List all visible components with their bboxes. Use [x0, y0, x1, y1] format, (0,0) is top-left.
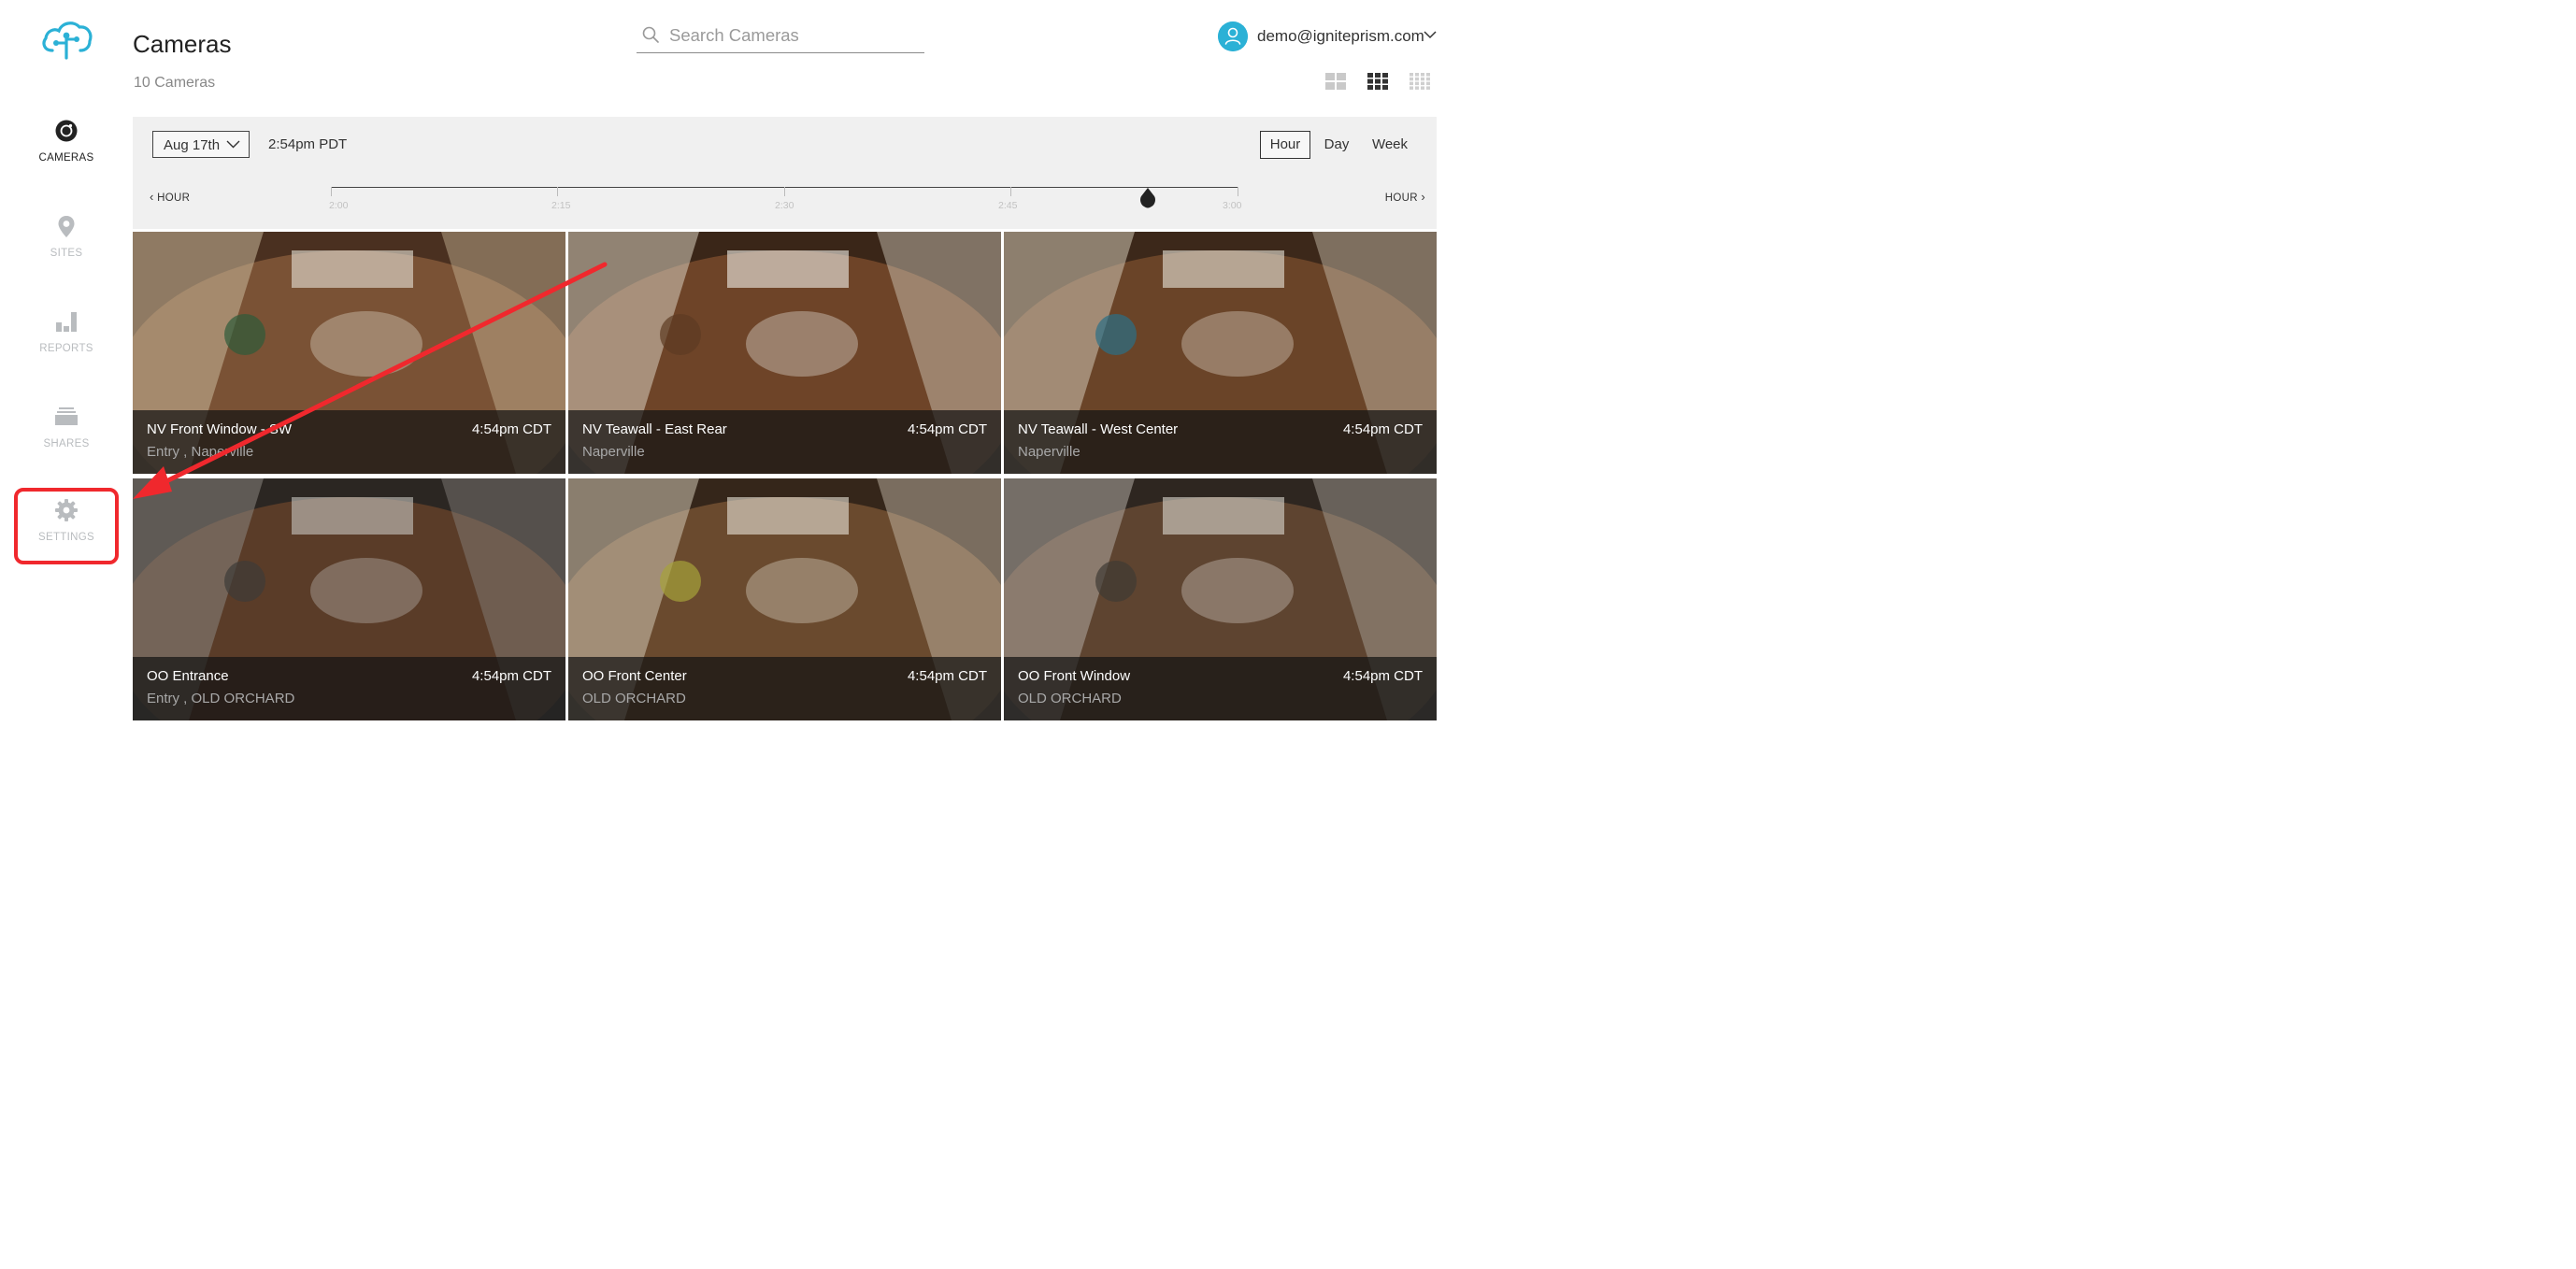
camera-name: OO Entrance	[147, 668, 229, 684]
timeline-tick-label: 2:15	[551, 200, 571, 211]
cloud-logo-icon[interactable]	[39, 17, 93, 60]
camera-location: Entry , OLD ORCHARD	[147, 691, 295, 706]
sidebar-item-label: SHARES	[43, 438, 90, 449]
chevron-down-icon	[226, 140, 240, 149]
camera-caption: OO Entrance 4:54pm CDT Entry , OLD ORCHARD	[133, 657, 565, 720]
camera-location: Naperville	[582, 444, 645, 460]
camera-tile[interactable]: OO Entrance 4:54pm CDT Entry , OLD ORCHARD	[133, 478, 565, 720]
timeline-current-time: 2:54pm PDT	[268, 136, 348, 152]
avatar	[1218, 21, 1248, 51]
previous-hour-button[interactable]: ‹ HOUR	[150, 190, 190, 204]
sidebar-item-reports[interactable]: REPORTS	[0, 309, 133, 354]
camera-caption: NV Teawall - West Center 4:54pm CDT Naperv…	[1004, 410, 1437, 474]
camera-time: 4:54pm CDT	[471, 668, 551, 684]
sidebar: CAMERAS SITES REPORTS SHARES SETTINGS	[0, 0, 133, 731]
timeline-tick-label: 2:45	[998, 200, 1018, 211]
camera-time: 4:54pm CDT	[471, 421, 551, 437]
grid-large-icon[interactable]	[1325, 73, 1346, 90]
grid-medium-icon[interactable]	[1367, 73, 1388, 90]
search-input[interactable]: Search Cameras	[637, 22, 924, 53]
grid-small-icon[interactable]	[1410, 73, 1430, 90]
camera-location: Entry , Naperville	[147, 444, 254, 460]
camera-name: OO Front Center	[582, 668, 687, 684]
date-select[interactable]: Aug 17th	[152, 131, 250, 158]
timeline-tick	[1010, 187, 1011, 196]
camera-tile[interactable]: OO Front Window 4:54pm CDT OLD ORCHARD	[1004, 478, 1437, 720]
bar-chart-icon	[56, 312, 77, 332]
camera-location: OLD ORCHARD	[582, 691, 686, 706]
settings-highlight-box	[14, 488, 119, 564]
stack-icon	[55, 407, 78, 425]
camera-location: Naperville	[1018, 444, 1080, 460]
timeline-tick-label: 2:30	[775, 200, 794, 211]
camera-tile[interactable]: NV Teawall - West Center 4:54pm CDT Naperv…	[1004, 232, 1437, 474]
sidebar-item-label: SITES	[50, 248, 83, 259]
range-button-week[interactable]: Week	[1365, 131, 1415, 159]
camera-name: OO Front Window	[1018, 668, 1131, 684]
previous-hour-label: HOUR	[157, 192, 191, 204]
grid-view-toggles	[1325, 73, 1430, 92]
camera-count: 10 Cameras	[134, 75, 216, 91]
search-icon	[642, 26, 659, 43]
timeline-tick-label: 3:00	[1223, 200, 1242, 211]
range-button-hour[interactable]: Hour	[1260, 131, 1310, 159]
next-hour-label: HOUR	[1384, 192, 1418, 204]
sidebar-item-sites[interactable]: SITES	[0, 214, 133, 259]
page-title: Cameras	[133, 30, 232, 58]
sidebar-item-shares[interactable]: SHARES	[0, 405, 133, 449]
camera-icon	[55, 120, 78, 142]
camera-time: 4:54pm CDT	[907, 421, 987, 437]
timeline-panel: Aug 17th 2:54pm PDT Hour Day Week ‹ HOUR…	[133, 117, 1437, 229]
sidebar-item-label: CAMERAS	[38, 152, 94, 164]
chevron-down-icon[interactable]	[1424, 31, 1437, 39]
camera-caption: NV Teawall - East Rear 4:54pm CDT Napervil…	[568, 410, 1001, 474]
timeline-tick-label: 2:00	[329, 200, 349, 211]
timeline-tick	[784, 187, 785, 196]
timeline-tick	[331, 187, 332, 196]
camera-time: 4:54pm CDT	[1342, 668, 1423, 684]
camera-caption: OO Front Center 4:54pm CDT OLD ORCHARD	[568, 657, 1001, 720]
search-placeholder: Search Cameras	[669, 25, 799, 45]
camera-time: 4:54pm CDT	[907, 668, 987, 684]
camera-caption: OO Front Window 4:54pm CDT OLD ORCHARD	[1004, 657, 1437, 720]
map-pin-icon	[58, 216, 75, 237]
camera-name: NV Teawall - West Center	[1018, 421, 1179, 437]
sidebar-item-cameras[interactable]: CAMERAS	[0, 119, 133, 164]
chevron-right-icon: ›	[1421, 190, 1425, 204]
sidebar-item-label: REPORTS	[39, 343, 93, 354]
timeline-playhead-marker[interactable]	[1139, 188, 1156, 208]
camera-tile[interactable]: NV Front Window - SW 4:54pm CDT Entry , Na…	[133, 232, 565, 474]
camera-name: NV Front Window - SW	[147, 421, 293, 437]
date-select-value: Aug 17th	[164, 137, 221, 153]
range-button-day[interactable]: Day	[1314, 131, 1359, 159]
camera-tile[interactable]: NV Teawall - East Rear 4:54pm CDT Napervil…	[568, 232, 1001, 474]
camera-tile[interactable]: OO Front Center 4:54pm CDT OLD ORCHARD	[568, 478, 1001, 720]
camera-name: NV Teawall - East Rear	[582, 421, 727, 437]
chevron-left-icon: ‹	[150, 190, 154, 204]
camera-time: 4:54pm CDT	[1342, 421, 1423, 437]
camera-caption: NV Front Window - SW 4:54pm CDT Entry , Na…	[133, 410, 565, 474]
timeline-tick	[557, 187, 558, 196]
camera-location: OLD ORCHARD	[1018, 691, 1122, 706]
user-email: demo@igniteprism.com	[1257, 27, 1424, 45]
next-hour-button[interactable]: HOUR ›	[1385, 190, 1425, 204]
